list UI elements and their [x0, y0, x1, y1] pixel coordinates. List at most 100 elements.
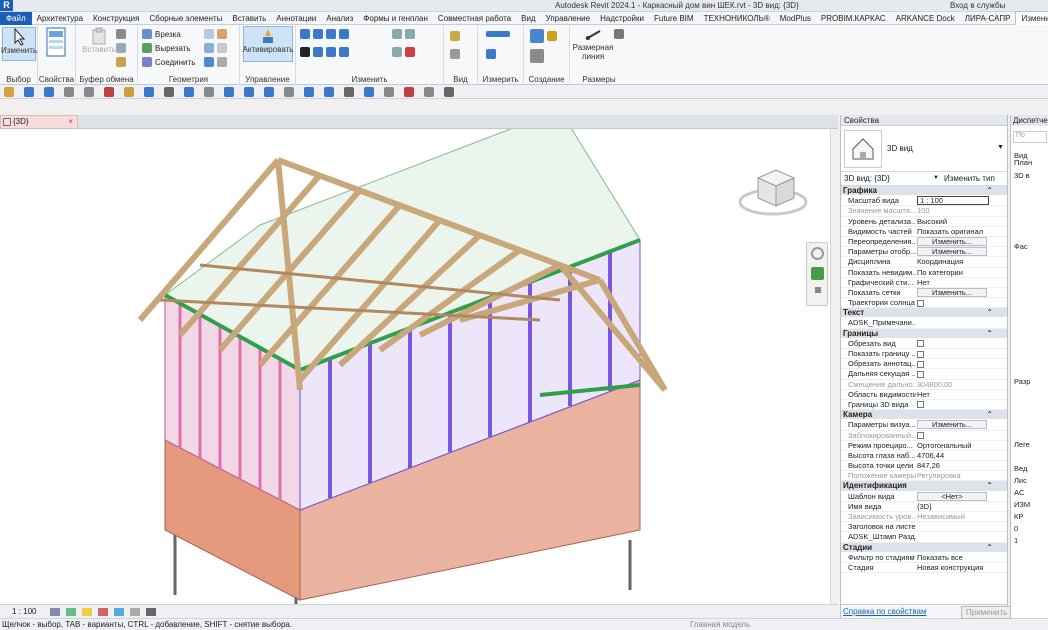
modify-tools-row-4[interactable]: [392, 47, 415, 57]
ribbon-tab[interactable]: Future BIM: [649, 12, 699, 25]
quick-access-icon[interactable]: [284, 87, 294, 97]
quick-access-icon[interactable]: [184, 87, 194, 97]
quick-access-icon[interactable]: [244, 87, 254, 97]
property-value[interactable]: [917, 298, 989, 308]
browser-tree-item[interactable]: AC: [1014, 488, 1024, 497]
hide-button[interactable]: [450, 31, 460, 41]
property-category[interactable]: Идентификация ⌃: [841, 481, 1007, 492]
active-workset[interactable]: Главная модель: [690, 620, 750, 629]
collapse-icon[interactable]: ⌃: [986, 543, 993, 553]
ribbon-tab[interactable]: PROBIM.КАРКАС: [816, 12, 891, 25]
cut-clip-button[interactable]: [116, 29, 126, 39]
create-part-button[interactable]: [530, 29, 557, 43]
shadows-icon[interactable]: [98, 608, 108, 616]
property-value[interactable]: {3D}: [917, 502, 989, 512]
quick-access-icon[interactable]: [124, 87, 134, 97]
revit-logo[interactable]: R: [0, 0, 13, 11]
dimension-button[interactable]: [486, 49, 496, 59]
geometry-tool-3[interactable]: [204, 57, 227, 67]
quick-access-icon[interactable]: [384, 87, 394, 97]
property-value[interactable]: [917, 369, 989, 379]
view-scale[interactable]: 1 : 100: [12, 607, 36, 616]
edit-button[interactable]: Изменить...: [917, 420, 987, 430]
quick-access-icon[interactable]: [144, 87, 154, 97]
quick-access-icon[interactable]: [104, 87, 114, 97]
quick-access-icon[interactable]: [444, 87, 454, 97]
steering-wheel-icon[interactable]: [811, 247, 824, 260]
quick-access-icon[interactable]: [44, 87, 54, 97]
ribbon-tab[interactable]: ModPlus: [775, 12, 816, 25]
property-value[interactable]: Изменить...: [917, 247, 989, 257]
modify-tools-row-3[interactable]: [392, 29, 415, 39]
property-category[interactable]: Границы ⌃: [841, 328, 1007, 339]
visual-style-icon[interactable]: [66, 608, 76, 616]
quick-access-icon[interactable]: [344, 87, 354, 97]
dimension-line-button[interactable]: Размерная линия: [573, 27, 613, 61]
checkbox[interactable]: [917, 401, 924, 409]
checkbox[interactable]: [917, 370, 924, 378]
ribbon-tab[interactable]: ЛИРА-САПР: [960, 12, 1016, 25]
properties-help-link[interactable]: Справка по свойствам: [843, 607, 926, 616]
browser-tree-item[interactable]: 0: [1014, 524, 1018, 533]
3d-viewport[interactable]: [0, 129, 838, 604]
zoom-icon[interactable]: [811, 267, 824, 280]
browser-search-input[interactable]: По: [1013, 131, 1047, 143]
edit-button[interactable]: <Нет>: [917, 491, 987, 501]
property-value[interactable]: Показать все: [917, 553, 989, 563]
ribbon-tab[interactable]: Управление: [541, 12, 595, 25]
collapse-icon[interactable]: ⌃: [986, 186, 993, 196]
property-value[interactable]: [917, 400, 989, 410]
ribbon-tab[interactable]: Надстройки: [595, 12, 649, 25]
property-value[interactable]: Новая конструкция: [917, 563, 989, 573]
properties-button[interactable]: [46, 27, 66, 57]
checkbox[interactable]: [917, 360, 924, 368]
ribbon-tab[interactable]: Архитектура: [32, 12, 88, 25]
quick-access-icon[interactable]: [364, 87, 374, 97]
paste-button[interactable]: Вставить: [82, 27, 116, 54]
property-value[interactable]: Изменить...: [917, 420, 989, 430]
ribbon-tab[interactable]: Совместная работа: [433, 12, 516, 25]
viewport-scrollbar[interactable]: [830, 129, 838, 604]
browser-tree-item[interactable]: Вед: [1014, 464, 1027, 473]
browser-tree-item[interactable]: Фас: [1014, 242, 1028, 251]
browser-tree-item[interactable]: Лис: [1014, 476, 1027, 485]
apply-button[interactable]: Применить: [961, 606, 1013, 619]
edit-type-button[interactable]: Изменить тип: [944, 174, 995, 183]
browser-tree-item[interactable]: 3D в: [1014, 171, 1030, 180]
checkbox[interactable]: [917, 299, 924, 307]
browser-tree-item[interactable]: 1: [1014, 536, 1018, 545]
collapse-icon[interactable]: ⌃: [986, 329, 993, 339]
quick-access-icon[interactable]: [84, 87, 94, 97]
temporary-hide-icon[interactable]: [130, 608, 140, 616]
view-cube[interactable]: [738, 160, 808, 222]
timber-frame-model[interactable]: [0, 129, 830, 604]
filter-dropdown-icon[interactable]: ▼: [933, 175, 939, 181]
browser-tree-item[interactable]: План: [1014, 158, 1032, 167]
browser-tree-item[interactable]: ИЗМ: [1014, 500, 1030, 509]
property-value[interactable]: [917, 349, 989, 359]
ribbon-tab[interactable]: Анализ: [321, 12, 358, 25]
sun-path-icon[interactable]: [82, 608, 92, 616]
quick-access-icon[interactable]: [224, 87, 234, 97]
edit-button[interactable]: Изменить...: [917, 247, 987, 257]
activate-button[interactable]: Активировать: [243, 26, 293, 62]
browser-tree-item[interactable]: Леге: [1014, 440, 1030, 449]
property-value[interactable]: Координация: [917, 257, 989, 267]
modify-tools-row-1[interactable]: [300, 29, 349, 39]
quick-access-icon[interactable]: [204, 87, 214, 97]
crop-view-icon[interactable]: [114, 608, 124, 616]
property-value[interactable]: Ортогональный: [917, 441, 989, 451]
collapse-icon[interactable]: ⌃: [986, 481, 993, 491]
property-value[interactable]: 847,26: [917, 461, 989, 471]
collapse-icon[interactable]: ⌃: [986, 410, 993, 420]
property-category[interactable]: Текст ⌃: [841, 308, 1007, 319]
quick-access-icon[interactable]: [304, 87, 314, 97]
edit-button[interactable]: Изменить...: [917, 236, 987, 246]
property-value[interactable]: Высокий: [917, 217, 989, 227]
property-category[interactable]: Графика ⌃: [841, 186, 1007, 197]
ribbon-tab[interactable]: Вставить: [227, 12, 271, 25]
reveal-hidden-icon[interactable]: [146, 608, 156, 616]
checkbox[interactable]: [917, 350, 924, 358]
quick-access-icon[interactable]: [4, 87, 14, 97]
quick-access-icon[interactable]: [324, 87, 334, 97]
